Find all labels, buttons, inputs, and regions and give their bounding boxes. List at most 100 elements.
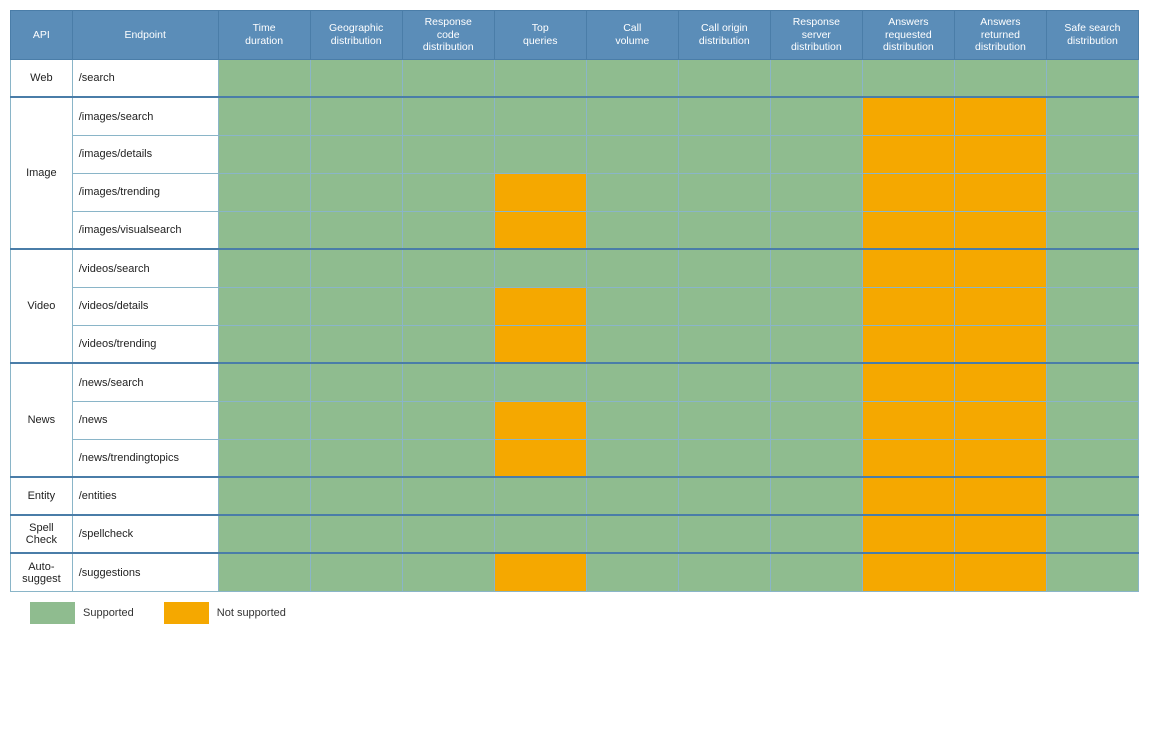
- feature-cell: [770, 439, 862, 477]
- feature-cell: [678, 325, 770, 363]
- feature-cell: [862, 477, 954, 515]
- feature-cell: [218, 477, 310, 515]
- feature-cell: [310, 325, 402, 363]
- feature-cell: [218, 287, 310, 325]
- table-row: Spell Check/spellcheck: [11, 515, 1139, 553]
- endpoint-label: /videos/details: [72, 287, 218, 325]
- feature-cell: [494, 439, 586, 477]
- feature-cell: [770, 249, 862, 287]
- feature-cell: [586, 59, 678, 97]
- feature-cell: [770, 363, 862, 401]
- endpoint-label: /images/visualsearch: [72, 211, 218, 249]
- feature-cell: [586, 135, 678, 173]
- feature-cell: [954, 97, 1046, 135]
- api-label: Spell Check: [11, 515, 73, 553]
- feature-cell: [494, 97, 586, 135]
- table-row: Entity/entities: [11, 477, 1139, 515]
- feature-cell: [862, 97, 954, 135]
- legend-yellow-box: [164, 602, 209, 624]
- header-top_queries: Top queries: [494, 11, 586, 60]
- api-label: Auto- suggest: [11, 553, 73, 591]
- endpoint-label: /videos/search: [72, 249, 218, 287]
- endpoint-label: /news/search: [72, 363, 218, 401]
- feature-cell: [218, 553, 310, 591]
- feature-cell: [310, 363, 402, 401]
- feature-cell: [494, 287, 586, 325]
- table-row: /news/trendingtopics: [11, 439, 1139, 477]
- feature-cell: [310, 135, 402, 173]
- feature-cell: [402, 135, 494, 173]
- feature-cell: [402, 363, 494, 401]
- feature-cell: [770, 135, 862, 173]
- api-label: News: [11, 363, 73, 477]
- endpoint-label: /suggestions: [72, 553, 218, 591]
- feature-cell: [1046, 439, 1138, 477]
- feature-cell: [862, 401, 954, 439]
- api-label: Web: [11, 59, 73, 97]
- feature-cell: [310, 515, 402, 553]
- feature-cell: [586, 173, 678, 211]
- feature-cell: [402, 287, 494, 325]
- feature-cell: [678, 477, 770, 515]
- feature-cell: [954, 287, 1046, 325]
- table-row: Auto- suggest/suggestions: [11, 553, 1139, 591]
- feature-cell: [310, 401, 402, 439]
- feature-cell: [954, 249, 1046, 287]
- endpoint-label: /images/trending: [72, 173, 218, 211]
- feature-cell: [402, 439, 494, 477]
- table-row: Web/search: [11, 59, 1139, 97]
- feature-cell: [862, 59, 954, 97]
- feature-cell: [678, 135, 770, 173]
- feature-cell: [862, 439, 954, 477]
- feature-cell: [678, 401, 770, 439]
- feature-cell: [678, 211, 770, 249]
- feature-cell: [954, 325, 1046, 363]
- feature-cell: [678, 59, 770, 97]
- feature-cell: [494, 135, 586, 173]
- header-call_origin: Call origin distribution: [678, 11, 770, 60]
- feature-cell: [862, 287, 954, 325]
- feature-cell: [678, 515, 770, 553]
- feature-cell: [402, 401, 494, 439]
- feature-cell: [494, 249, 586, 287]
- feature-cell: [218, 173, 310, 211]
- feature-cell: [1046, 401, 1138, 439]
- feature-cell: [402, 173, 494, 211]
- feature-cell: [862, 325, 954, 363]
- api-label: Entity: [11, 477, 73, 515]
- feature-cell: [494, 363, 586, 401]
- feature-cell: [954, 515, 1046, 553]
- header-api: API: [11, 11, 73, 60]
- endpoint-label: /images/search: [72, 97, 218, 135]
- legend-green-box: [30, 602, 75, 624]
- header-safe_search: Safe search distribution: [1046, 11, 1138, 60]
- feature-cell: [678, 363, 770, 401]
- header-response_code: Response code distribution: [402, 11, 494, 60]
- header-response_server: Response server distribution: [770, 11, 862, 60]
- feature-cell: [954, 135, 1046, 173]
- endpoint-label: /news: [72, 401, 218, 439]
- feature-cell: [1046, 59, 1138, 97]
- feature-cell: [494, 211, 586, 249]
- feature-cell: [586, 325, 678, 363]
- feature-cell: [310, 97, 402, 135]
- table-row: Image/images/search: [11, 97, 1139, 135]
- feature-cell: [586, 401, 678, 439]
- feature-cell: [1046, 325, 1138, 363]
- endpoint-label: /search: [72, 59, 218, 97]
- feature-cell: [218, 401, 310, 439]
- feature-cell: [954, 401, 1046, 439]
- feature-cell: [862, 173, 954, 211]
- feature-cell: [954, 477, 1046, 515]
- feature-cell: [586, 287, 678, 325]
- table-row: /images/visualsearch: [11, 211, 1139, 249]
- header-answers_req: Answers requested distribution: [862, 11, 954, 60]
- feature-cell: [402, 325, 494, 363]
- feature-cell: [310, 287, 402, 325]
- api-label: Video: [11, 249, 73, 363]
- table-row: /videos/details: [11, 287, 1139, 325]
- feature-cell: [402, 553, 494, 591]
- endpoint-label: /images/details: [72, 135, 218, 173]
- legend-supported-label: Supported: [83, 607, 134, 619]
- table-row: /videos/trending: [11, 325, 1139, 363]
